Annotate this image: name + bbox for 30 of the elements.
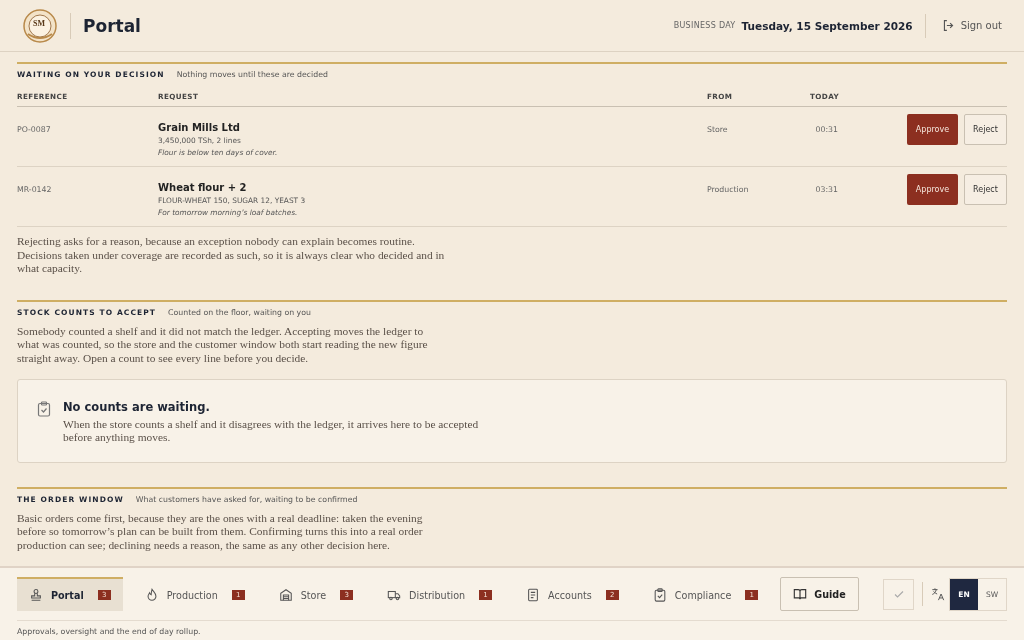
business-day-label: BUSINESS DAY [673, 21, 736, 30]
logo-monogram: SM [33, 19, 45, 28]
reject-button[interactable]: Reject [964, 114, 1007, 145]
logo-icon [22, 7, 58, 44]
request-title: Grain Mills Ltd [158, 122, 241, 133]
page-title: Portal [83, 15, 141, 36]
translate-icon [931, 587, 945, 601]
confirm-button[interactable] [883, 578, 914, 610]
sign-out-button[interactable]: Sign out [941, 19, 1002, 32]
book-icon [793, 587, 808, 601]
business-day-date: Tuesday, 15 September 2026 [741, 19, 913, 32]
checkmark-icon [892, 588, 905, 600]
sign-out-icon [941, 19, 955, 32]
truck-icon [387, 588, 402, 602]
empty-state-title: No counts are waiting. [63, 399, 211, 414]
stamp-icon [29, 588, 43, 602]
clipboard-check-icon [37, 400, 51, 417]
approve-button[interactable]: Approve [907, 174, 958, 205]
approve-button[interactable]: Approve [907, 114, 958, 145]
reject-button[interactable]: Reject [964, 174, 1007, 205]
explanation-text: Somebody counted a shelf and it did not match the ledger. Accepting moves the ledger to what was counted, so the store and the customer window both start reading the new figure straight away. Open a count to see every line before you decide. [17, 324, 429, 366]
explanation-text: Rejecting asks for a reason, because an exception nobody can explain becomes routine. Decisions taken under coverage are recorded as such, so it is always clear who decided and in what capacity. [17, 235, 446, 276]
explanation-text: Basic orders come first, because they are the ones with a real deadline: taken the evening before so tomorrow’s plan can be built from them. Confirming turns this into a real order production can see; declining needs a reason, the same as any other decision here. [17, 511, 424, 553]
clipboard-check-icon [652, 588, 667, 602]
warehouse-icon [278, 588, 293, 602]
flame-icon [144, 588, 159, 602]
request-title: Wheat flour + 2 [158, 182, 248, 193]
document-icon [526, 588, 541, 602]
guide-button[interactable]: Guide [780, 577, 859, 611]
empty-state-text: When the store counts a shelf and it disagrees with the ledger, it arrives here to be accepted before anything moves. [63, 417, 480, 445]
